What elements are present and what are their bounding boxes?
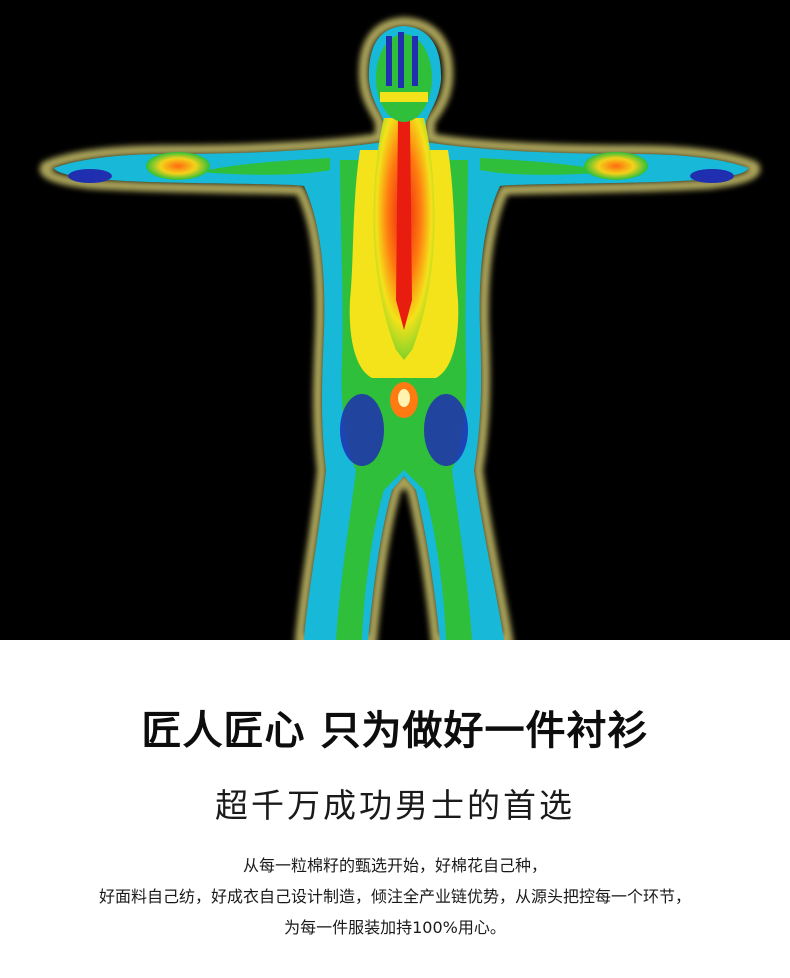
thermal-figure xyxy=(39,16,761,640)
right-forearm-warm xyxy=(584,152,648,180)
body-line-1: 从每一粒棉籽的甄选开始，好棉花自己种， xyxy=(242,856,547,875)
body-paragraph: 从每一粒棉籽的甄选开始，好棉花自己种， 好面料自己纺，好成衣自己设计制造，倾注全… xyxy=(0,850,790,943)
head-stripe-3 xyxy=(412,36,418,86)
left-forearm-warm xyxy=(146,152,210,180)
face-warm-band xyxy=(380,92,428,102)
body-line-3: 为每一件服装加持100%用心。 xyxy=(284,918,506,937)
left-hand-cool xyxy=(68,169,112,183)
body-line-2: 好面料自己纺，好成衣自己设计制造，倾注全产业链优势，从源头把控每一个环节， xyxy=(98,887,691,906)
right-thigh-cool xyxy=(424,394,468,466)
text-section: 匠人匠心 只为做好一件衬衫 超千万成功男士的首选 从每一粒棉籽的甄选开始，好棉花… xyxy=(0,640,790,978)
pelvis-core xyxy=(398,389,410,407)
head-stripe-2 xyxy=(398,32,404,88)
headline: 匠人匠心 只为做好一件衬衫 xyxy=(141,708,649,754)
left-thigh-cool xyxy=(340,394,384,466)
head-stripe-1 xyxy=(386,36,392,86)
thermal-body-image xyxy=(0,0,790,640)
right-hand-cool xyxy=(690,169,734,183)
spine-hot-line xyxy=(396,120,412,330)
subheadline: 超千万成功男士的首选 xyxy=(215,786,575,825)
